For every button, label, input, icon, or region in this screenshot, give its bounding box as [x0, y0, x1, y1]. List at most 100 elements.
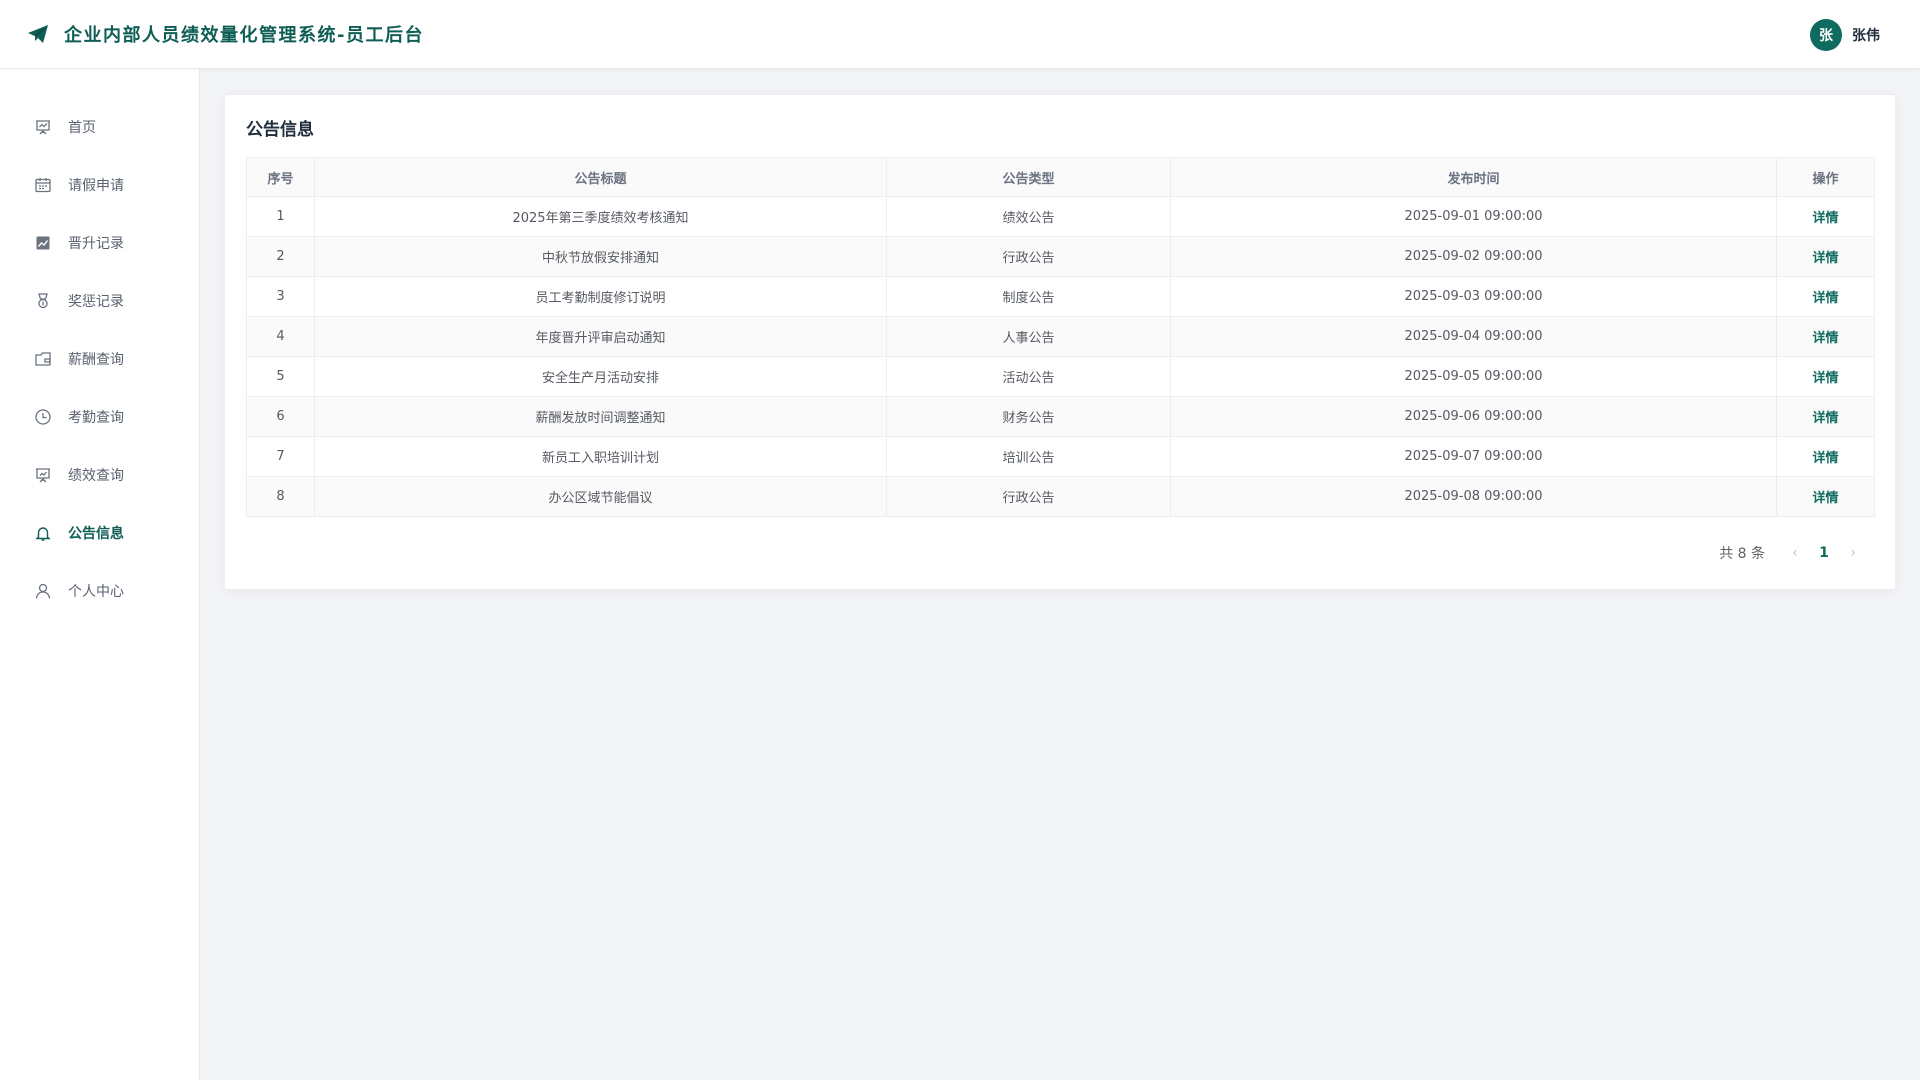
cell-time: 2025-09-07 09:00:00	[1170, 436, 1777, 477]
detail-link[interactable]: 详情	[1812, 491, 1838, 506]
sidebar-item-attendance[interactable]: 考勤查询	[0, 388, 199, 446]
sidebar-item-home[interactable]: 首页	[0, 98, 199, 156]
sidebar-item-profile[interactable]: 个人中心	[0, 562, 199, 620]
trend-chart-icon	[36, 236, 50, 250]
cell-title: 年度晋升评审启动通知	[314, 316, 887, 357]
cell-type: 人事公告	[886, 316, 1171, 357]
brand: 企业内部人员绩效量化管理系统-员工后台	[26, 21, 424, 47]
table-row: 3 员工考勤制度修订说明 制度公告 2025-09-03 09:00:00 详情	[246, 276, 1875, 317]
sidebar-item-label: 绩效查询	[68, 468, 124, 484]
avatar[interactable]: 张	[1810, 19, 1842, 51]
cell-time: 2025-09-06 09:00:00	[1170, 396, 1777, 437]
bell-icon	[35, 527, 51, 541]
cell-time: 2025-09-05 09:00:00	[1170, 356, 1777, 397]
cell-action: 详情	[1776, 436, 1875, 477]
page-title: 公告信息	[246, 120, 314, 140]
detail-link[interactable]: 详情	[1812, 411, 1838, 426]
cell-no: 1	[246, 196, 315, 237]
app-title: 企业内部人员绩效量化管理系统-员工后台	[64, 25, 424, 46]
cell-no: 7	[246, 436, 315, 477]
cell-title: 员工考勤制度修订说明	[314, 276, 887, 317]
cell-no: 6	[246, 396, 315, 437]
medal-icon	[38, 293, 48, 309]
cell-type: 财务公告	[886, 396, 1171, 437]
cell-type: 活动公告	[886, 356, 1171, 397]
cell-action: 详情	[1776, 476, 1875, 517]
cell-no: 4	[246, 316, 315, 357]
sidebar-item-label: 奖惩记录	[68, 294, 124, 310]
cell-title: 薪酬发放时间调整通知	[314, 396, 887, 437]
column-header: 操作	[1776, 157, 1875, 197]
sidebar-item-rewards[interactable]: 奖惩记录	[0, 272, 199, 330]
pagination: 共 8 条 ‹ 1 ›	[1719, 543, 1865, 563]
cell-time: 2025-09-03 09:00:00	[1170, 276, 1777, 317]
top-header: 企业内部人员绩效量化管理系统-员工后台 张 张伟	[0, 0, 1920, 69]
username[interactable]: 张伟	[1852, 25, 1880, 45]
cell-title: 安全生产月活动安排	[314, 356, 887, 397]
column-header: 序号	[246, 157, 315, 197]
table-row: 2 中秋节放假安排通知 行政公告 2025-09-02 09:00:00 详情	[246, 236, 1875, 277]
notice-table: 序号 公告标题 公告类型 发布时间 操作 1 2025年第三季度绩效考核通知 绩…	[246, 157, 1875, 517]
presentation-icon	[36, 120, 50, 135]
cell-time: 2025-09-02 09:00:00	[1170, 236, 1777, 277]
pagination-total: 共 8 条	[1719, 546, 1765, 562]
user-icon	[35, 583, 51, 599]
cell-time: 2025-09-04 09:00:00	[1170, 316, 1777, 357]
detail-link[interactable]: 详情	[1812, 291, 1838, 306]
cell-action: 详情	[1776, 276, 1875, 317]
clock-icon	[35, 409, 51, 425]
sidebar-item-leave[interactable]: 请假申请	[0, 156, 199, 214]
notice-card: 公告信息 序号 公告标题 公告类型 发布时间 操作 1 2025年第三季度绩效考…	[224, 94, 1896, 590]
cell-action: 详情	[1776, 356, 1875, 397]
cell-title: 中秋节放假安排通知	[314, 236, 887, 277]
detail-link[interactable]: 详情	[1812, 451, 1838, 466]
table-row: 7 新员工入职培训计划 培训公告 2025-09-07 09:00:00 详情	[246, 436, 1875, 477]
sidebar-item-label: 首页	[68, 120, 96, 136]
cell-title: 新员工入职培训计划	[314, 436, 887, 477]
board-icon	[36, 468, 50, 483]
table-row: 4 年度晋升评审启动通知 人事公告 2025-09-04 09:00:00 详情	[246, 316, 1875, 357]
cell-action: 详情	[1776, 316, 1875, 357]
sidebar-item-label: 薪酬查询	[68, 352, 124, 368]
sidebar-item-label: 晋升记录	[68, 236, 124, 252]
column-header: 公告类型	[886, 157, 1171, 197]
cell-no: 8	[246, 476, 315, 517]
detail-link[interactable]: 详情	[1812, 331, 1838, 346]
detail-link[interactable]: 详情	[1812, 251, 1838, 266]
cell-action: 详情	[1776, 236, 1875, 277]
cell-time: 2025-09-01 09:00:00	[1170, 196, 1777, 237]
sidebar-item-label: 请假申请	[68, 178, 124, 194]
sidebar: 首页 请假申请 晋升记录 奖惩记录 薪酬查询 考勤查询 绩效查询 公告信息 个人…	[0, 69, 200, 1080]
sidebar-item-salary[interactable]: 薪酬查询	[0, 330, 199, 388]
cell-type: 培训公告	[886, 436, 1171, 477]
cell-no: 3	[246, 276, 315, 317]
sidebar-item-notices[interactable]: 公告信息	[0, 504, 199, 562]
cell-title: 办公区域节能倡议	[314, 476, 887, 517]
table-row: 6 薪酬发放时间调整通知 财务公告 2025-09-06 09:00:00 详情	[246, 396, 1875, 437]
cell-no: 5	[246, 356, 315, 397]
detail-link[interactable]: 详情	[1812, 371, 1838, 386]
detail-link[interactable]: 详情	[1812, 211, 1838, 226]
cell-type: 制度公告	[886, 276, 1171, 317]
column-header: 公告标题	[314, 157, 887, 197]
wallet-icon	[35, 352, 51, 366]
sidebar-item-label: 公告信息	[68, 526, 124, 542]
table-row: 1 2025年第三季度绩效考核通知 绩效公告 2025-09-01 09:00:…	[246, 196, 1875, 237]
calendar-icon	[35, 178, 51, 193]
cell-action: 详情	[1776, 396, 1875, 437]
sidebar-item-label: 个人中心	[68, 584, 124, 600]
prev-page-button[interactable]: ‹	[1783, 545, 1807, 561]
page-number-current[interactable]: 1	[1807, 545, 1841, 561]
cell-type: 行政公告	[886, 476, 1171, 517]
user-menu[interactable]: 张 张伟	[1810, 19, 1880, 51]
table-row: 5 安全生产月活动安排 活动公告 2025-09-05 09:00:00 详情	[246, 356, 1875, 397]
cell-time: 2025-09-08 09:00:00	[1170, 476, 1777, 517]
cell-action: 详情	[1776, 196, 1875, 237]
next-page-button[interactable]: ›	[1841, 545, 1865, 561]
sidebar-item-performance[interactable]: 绩效查询	[0, 446, 199, 504]
sidebar-item-promotion[interactable]: 晋升记录	[0, 214, 199, 272]
table-header-row: 序号 公告标题 公告类型 发布时间 操作	[246, 157, 1875, 197]
cell-title: 2025年第三季度绩效考核通知	[314, 196, 887, 237]
sidebar-menu: 首页 请假申请 晋升记录 奖惩记录 薪酬查询 考勤查询 绩效查询 公告信息 个人…	[0, 69, 199, 620]
cell-type: 绩效公告	[886, 196, 1171, 237]
